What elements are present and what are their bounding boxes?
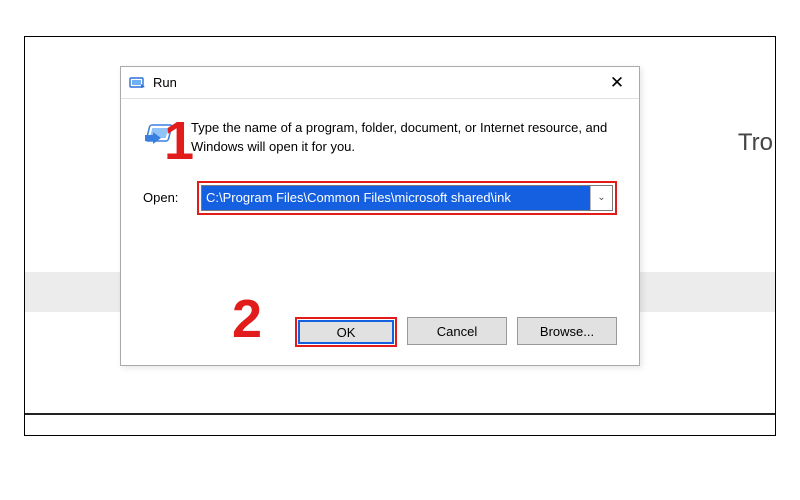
button-row: OK Cancel Browse...	[295, 317, 617, 347]
browse-button[interactable]: Browse...	[517, 317, 617, 345]
dialog-title: Run	[153, 75, 599, 90]
background-partial-text: Tro	[738, 129, 773, 157]
dialog-body: Type the name of a program, folder, docu…	[121, 99, 639, 215]
run-dialog: Run ✕ Type the name of a program, folder…	[120, 66, 640, 366]
run-large-icon	[143, 121, 177, 151]
open-combobox[interactable]: C:\Program Files\Common Files\microsoft …	[201, 185, 613, 211]
chevron-down-icon[interactable]: ⌄	[590, 186, 612, 210]
cancel-button[interactable]: Cancel	[407, 317, 507, 345]
open-row: Open: C:\Program Files\Common Files\micr…	[143, 181, 617, 215]
ok-button[interactable]: OK	[298, 320, 394, 344]
open-input[interactable]: C:\Program Files\Common Files\microsoft …	[202, 186, 590, 210]
info-row: Type the name of a program, folder, docu…	[143, 119, 617, 157]
run-app-icon	[129, 75, 145, 91]
titlebar: Run ✕	[121, 67, 639, 99]
instruction-text: Type the name of a program, folder, docu…	[191, 119, 617, 157]
background-divider	[25, 413, 775, 415]
ok-button-highlight: OK	[295, 317, 397, 347]
open-label: Open:	[143, 190, 185, 205]
open-input-highlight: C:\Program Files\Common Files\microsoft …	[197, 181, 617, 215]
close-button[interactable]: ✕	[599, 69, 635, 97]
